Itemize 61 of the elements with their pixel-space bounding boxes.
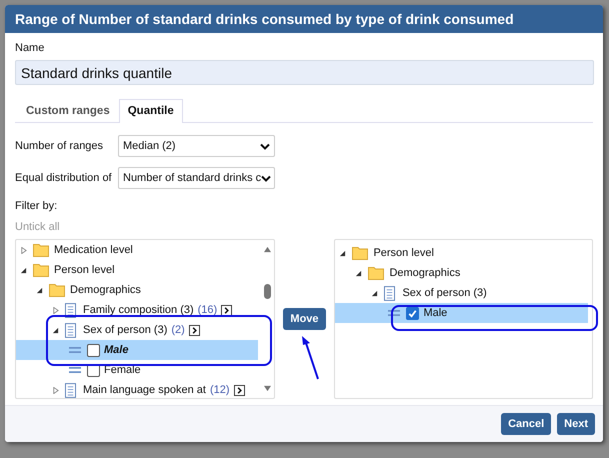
chevron-right-icon[interactable] [234, 384, 244, 396]
folder-icon [352, 246, 368, 260]
dialog-button[interactable]: Cancel [501, 413, 552, 435]
tree-item-label[interactable]: Demographics [389, 267, 460, 279]
chevron-right-icon[interactable] [221, 304, 232, 316]
chevron-down-icon [261, 174, 272, 182]
folder-icon [368, 266, 384, 280]
chevron-down-icon [260, 142, 270, 150]
collapse-icon[interactable] [36, 286, 43, 294]
name-field[interactable]: Standard drinks quantile [15, 60, 594, 85]
collapse-icon[interactable] [355, 270, 362, 276]
folder-icon [33, 263, 49, 277]
tree-item-label[interactable]: Person level [54, 264, 115, 276]
dropdown[interactable]: Number of standard drinks c [118, 167, 275, 189]
scroll-up-icon[interactable] [263, 246, 272, 253]
scroll-down-icon[interactable] [263, 385, 272, 392]
tab[interactable]: Custom ranges [17, 99, 119, 122]
scrollbar-thumb[interactable] [264, 284, 272, 299]
document-icon [384, 286, 396, 300]
expand-icon[interactable] [52, 306, 59, 314]
tree-item-label[interactable]: Family composition (3) [83, 304, 194, 316]
collapse-icon[interactable] [20, 266, 27, 274]
collapse-icon[interactable] [339, 250, 346, 256]
tree-item-label[interactable]: Medication level [54, 244, 133, 256]
selected-row[interactable]: Male [335, 303, 588, 323]
drag-handle-icon [69, 366, 81, 374]
count-label: (12) [210, 384, 230, 396]
expand-icon[interactable] [20, 246, 27, 254]
count-label: (2) [171, 324, 185, 336]
count-label: (16) [198, 304, 218, 316]
tree-item-label[interactable]: Person level [373, 247, 434, 259]
tree-item-label[interactable]: Demographics [70, 284, 141, 296]
tree-item-label[interactable]: Sex of person (3) [402, 287, 487, 299]
tree-item-label[interactable]: Male [104, 344, 128, 356]
tree-item-label[interactable]: Main language spoken at [83, 384, 206, 396]
drag-handle-icon [69, 346, 81, 354]
tab[interactable]: Quantile [118, 99, 183, 123]
setting-label: Number of ranges [15, 140, 104, 152]
checkbox[interactable] [406, 306, 420, 320]
folder-icon [33, 243, 49, 257]
drag-handle-icon [388, 309, 400, 317]
filter-label: Filter by: [15, 200, 58, 212]
tree-item-label[interactable]: Female [104, 364, 141, 376]
chevron-right-icon[interactable] [188, 324, 200, 336]
selected-row[interactable]: Male [16, 340, 258, 360]
checkbox[interactable] [87, 344, 100, 356]
annotation-arrow [301, 335, 321, 381]
dropdown[interactable]: Median (2) [118, 135, 275, 157]
setting-label: Equal distribution of [15, 172, 113, 184]
collapse-icon[interactable] [371, 290, 378, 296]
expand-icon[interactable] [52, 386, 59, 394]
folder-icon [49, 283, 65, 297]
move-button[interactable]: Move [283, 308, 326, 330]
dialog-button[interactable]: Next [557, 413, 595, 435]
dialog-title: Range of Number of standard drinks consumed by type of drink consumed [15, 11, 514, 27]
document-icon [65, 382, 76, 398]
name-label: Name [15, 42, 46, 54]
document-icon [65, 322, 76, 338]
tree-item-label[interactable]: Male [423, 307, 448, 319]
collapse-icon[interactable] [52, 326, 59, 334]
tree-item-label[interactable]: Sex of person (3) [83, 324, 168, 336]
